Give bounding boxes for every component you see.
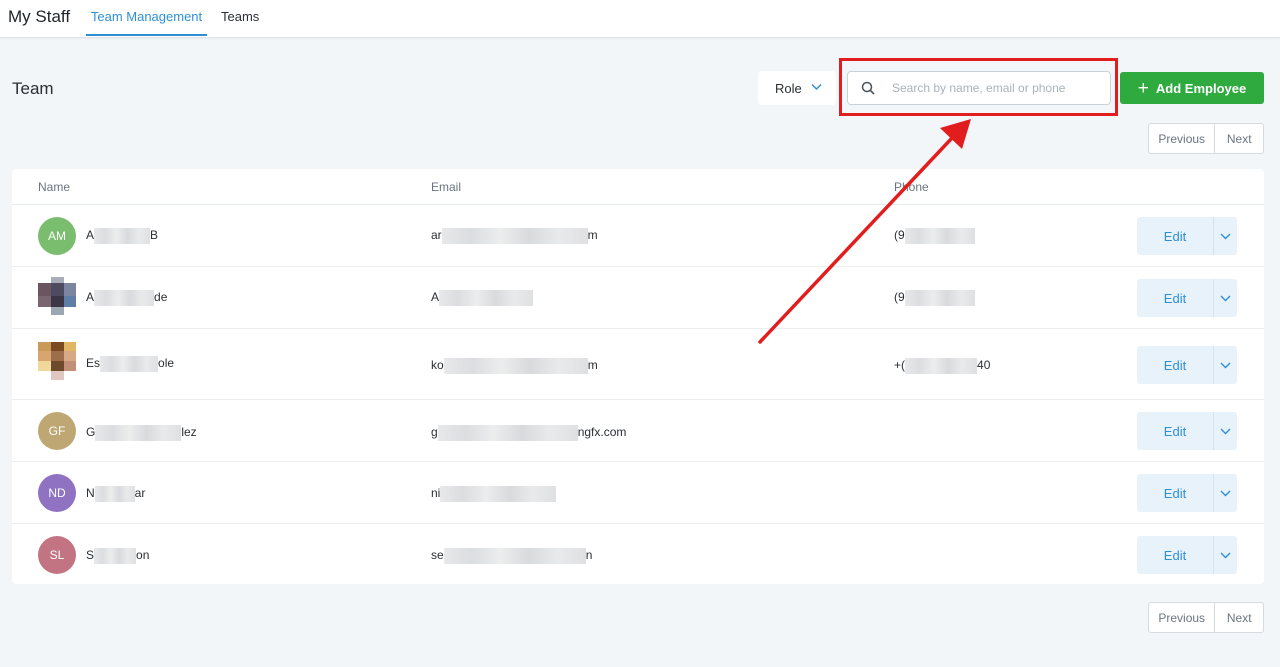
- page-title: Team: [12, 79, 54, 98]
- employee-phone: (9: [894, 290, 975, 306]
- next-button[interactable]: Next: [1215, 603, 1263, 632]
- add-employee-button[interactable]: + Add Employee: [1120, 72, 1264, 104]
- employee-name: Ade: [86, 290, 168, 306]
- chevron-down-icon: [811, 83, 822, 91]
- pagination-bottom: Previous Next: [1148, 602, 1264, 633]
- column-header-phone: Phone: [894, 180, 929, 194]
- edit-button[interactable]: Edit: [1137, 217, 1213, 255]
- edit-button[interactable]: Edit: [1137, 279, 1213, 317]
- tab-team-management[interactable]: Team Management: [86, 9, 207, 36]
- edit-button-group: Edit: [1137, 474, 1237, 512]
- app-title: My Staff: [8, 7, 71, 26]
- tab-teams[interactable]: Teams: [221, 9, 259, 36]
- employee-name: AB: [86, 228, 159, 244]
- next-button[interactable]: Next: [1215, 124, 1263, 153]
- table-row: SL Son se n Edit: [12, 524, 1264, 584]
- employee-name: Es ole: [86, 356, 175, 372]
- employee-email: ar m: [431, 228, 598, 244]
- employee-phone: +(40: [894, 358, 991, 374]
- edit-button[interactable]: Edit: [1137, 346, 1213, 384]
- chevron-down-icon: [1220, 233, 1231, 239]
- edit-button-group: Edit: [1137, 279, 1237, 317]
- table-row: Ade A (9 Edit: [12, 267, 1264, 329]
- edit-button-group: Edit: [1137, 536, 1237, 574]
- pagination-top: Previous Next: [1148, 123, 1264, 154]
- chevron-down-icon: [1220, 552, 1231, 558]
- edit-menu-toggle[interactable]: [1213, 217, 1237, 255]
- avatar: SL: [38, 536, 76, 574]
- avatar-photo: [38, 277, 76, 315]
- employee-name: Nar: [86, 486, 146, 502]
- table-row: GF Glez g ngfx.com Edit: [12, 400, 1264, 462]
- column-header-name: Name: [38, 180, 71, 194]
- avatar: [38, 342, 76, 380]
- chevron-down-icon: [1220, 428, 1231, 434]
- chevron-down-icon: [1220, 490, 1231, 496]
- avatar: AM: [38, 217, 76, 255]
- edit-menu-toggle[interactable]: [1213, 346, 1237, 384]
- avatar: ND: [38, 474, 76, 512]
- employee-email: se n: [431, 548, 593, 564]
- employee-name: Son: [86, 548, 150, 564]
- edit-menu-toggle[interactable]: [1213, 412, 1237, 450]
- previous-button[interactable]: Previous: [1149, 603, 1216, 632]
- role-filter-label: Role: [775, 80, 802, 96]
- column-header-email: Email: [431, 180, 462, 194]
- edit-menu-toggle[interactable]: [1213, 474, 1237, 512]
- edit-button[interactable]: Edit: [1137, 474, 1213, 512]
- edit-button[interactable]: Edit: [1137, 536, 1213, 574]
- employee-name: Glez: [86, 425, 197, 441]
- edit-menu-toggle[interactable]: [1213, 536, 1237, 574]
- chevron-down-icon: [1220, 295, 1231, 301]
- employee-email: g ngfx.com: [431, 425, 627, 441]
- edit-menu-toggle[interactable]: [1213, 279, 1237, 317]
- employee-email: A: [431, 290, 534, 306]
- table-header: Name Email Phone: [12, 169, 1264, 205]
- chevron-down-icon: [1220, 362, 1231, 368]
- top-nav: My Staff Team Management Teams: [0, 0, 1280, 38]
- edit-button-group: Edit: [1137, 412, 1237, 450]
- plus-icon: +: [1137, 77, 1149, 99]
- role-filter-button[interactable]: Role: [758, 71, 836, 105]
- employee-email: ni: [431, 486, 557, 502]
- avatar: GF: [38, 412, 76, 450]
- table-row: ND Nar ni Edit: [12, 462, 1264, 524]
- annotation-highlight-box: [839, 58, 1118, 116]
- avatar: [38, 277, 76, 315]
- team-table: Name Email Phone AM AB ar m (9 Edit Ade A…: [12, 169, 1264, 584]
- add-employee-label: Add Employee: [1155, 80, 1247, 96]
- edit-button-group: Edit: [1137, 346, 1237, 384]
- employee-email: ko m: [431, 358, 598, 374]
- avatar-photo: [38, 342, 76, 380]
- previous-button[interactable]: Previous: [1149, 124, 1216, 153]
- edit-button[interactable]: Edit: [1137, 412, 1213, 450]
- table-row: AM AB ar m (9 Edit: [12, 205, 1264, 267]
- table-row: Es ole ko m +(40 Edit: [12, 329, 1264, 400]
- employee-phone: (9: [894, 228, 975, 244]
- edit-button-group: Edit: [1137, 217, 1237, 255]
